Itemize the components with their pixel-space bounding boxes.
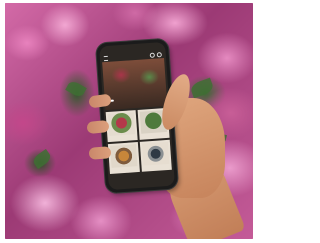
product-image bbox=[107, 112, 136, 136]
menu-icon[interactable] bbox=[103, 55, 109, 61]
hero-title bbox=[107, 83, 147, 86]
brand-name bbox=[110, 55, 148, 58]
product-caption bbox=[144, 165, 170, 171]
product-photo bbox=[5, 3, 253, 239]
product-caption bbox=[109, 135, 135, 141]
product-caption bbox=[112, 167, 138, 173]
product-tile[interactable] bbox=[105, 110, 138, 143]
search-icon[interactable] bbox=[149, 52, 155, 58]
hero-banner bbox=[102, 57, 168, 111]
product-caption bbox=[141, 133, 167, 139]
cart-icon[interactable] bbox=[156, 51, 162, 57]
product-image bbox=[110, 144, 138, 168]
product-tile[interactable] bbox=[139, 139, 172, 172]
product-image bbox=[141, 141, 170, 166]
finger bbox=[88, 146, 112, 160]
product-tile[interactable] bbox=[107, 142, 140, 175]
